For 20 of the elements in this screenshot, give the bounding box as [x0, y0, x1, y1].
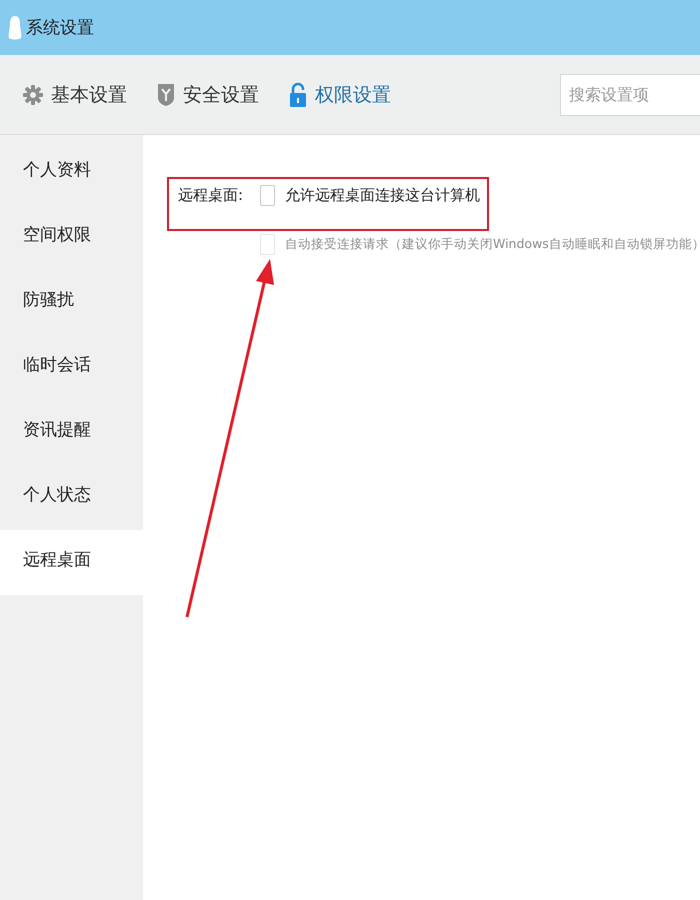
sidebar-item[interactable]: 临时会话	[0, 335, 143, 400]
search-field[interactable]: 搜索设置项	[560, 74, 700, 116]
checkbox[interactable]	[260, 185, 275, 206]
sidebar-item[interactable]: 个人状态	[0, 465, 143, 530]
tab[interactable]: 基本设置	[18, 78, 132, 112]
checkbox-label: 自动接受连接请求（建议你手动关闭Windows自动睡眠和自动锁屏功能）	[285, 236, 700, 253]
sidebar-item[interactable]: 空间权限	[0, 205, 143, 270]
sidebar-item[interactable]: 个人资料	[0, 140, 143, 205]
sidebar-item[interactable]: 远程桌面	[0, 530, 143, 595]
sidebar-item[interactable]: 防骚扰	[0, 270, 143, 335]
gear-icon	[23, 84, 43, 104]
penguin-icon	[8, 14, 22, 40]
checkbox-label: 允许远程桌面连接这台计算机	[285, 186, 480, 205]
padlock-icon	[289, 82, 307, 108]
tab[interactable]: 权限设置	[284, 78, 396, 112]
window-title: 系统设置	[26, 17, 94, 39]
setting-label: 远程桌面:	[178, 186, 244, 205]
tab[interactable]: 安全设置	[152, 78, 264, 112]
sidebar-item[interactable]: 资讯提醒	[0, 400, 143, 465]
shield-icon	[157, 82, 175, 106]
